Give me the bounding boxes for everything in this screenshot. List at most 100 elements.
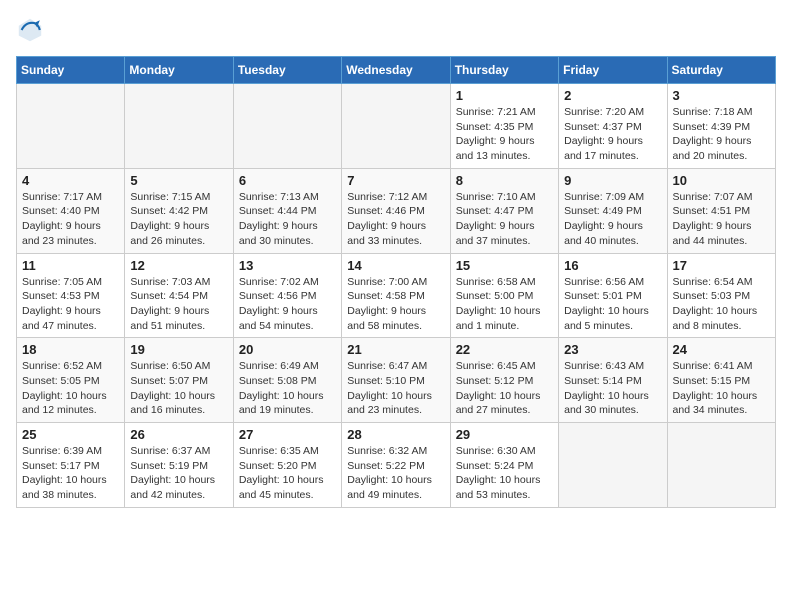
day-info: Sunrise: 7:21 AM Sunset: 4:35 PM Dayligh…	[456, 105, 553, 164]
calendar-cell: 17 Sunrise: 6:54 AM Sunset: 5:03 PM Dayli…	[667, 253, 775, 338]
day-number: 9	[564, 173, 661, 188]
day-number: 22	[456, 342, 553, 357]
weekday-header-thursday: Thursday	[450, 57, 558, 84]
calendar-cell: 11Sunrise: 7:05 AM Sunset: 4:53 PM Dayli…	[17, 253, 125, 338]
day-info: Sunrise: 7:00 AM Sunset: 4:58 PM Dayligh…	[347, 275, 444, 334]
day-number: 24	[673, 342, 770, 357]
day-info: Sunrise: 7:17 AM Sunset: 4:40 PM Dayligh…	[22, 190, 119, 249]
day-info: Sunrise: 7:09 AM Sunset: 4:49 PM Dayligh…	[564, 190, 661, 249]
day-number: 17	[673, 258, 770, 273]
day-info: Sunrise: 6:58 AM Sunset: 5:00 PM Dayligh…	[456, 275, 553, 334]
day-number: 21	[347, 342, 444, 357]
calendar-cell	[17, 84, 125, 169]
calendar-cell: 3 Sunrise: 7:18 AM Sunset: 4:39 PM Daylig…	[667, 84, 775, 169]
day-info: Sunrise: 6:35 AM Sunset: 5:20 PM Dayligh…	[239, 444, 336, 503]
day-info: Sunrise: 6:56 AM Sunset: 5:01 PM Dayligh…	[564, 275, 661, 334]
calendar-cell: 15 Sunrise: 6:58 AM Sunset: 5:00 PM Dayli…	[450, 253, 558, 338]
day-number: 8	[456, 173, 553, 188]
weekday-header-sunday: Sunday	[17, 57, 125, 84]
calendar-cell: 22 Sunrise: 6:45 AM Sunset: 5:12 PM Dayli…	[450, 338, 558, 423]
calendar-cell: 5 Sunrise: 7:15 AM Sunset: 4:42 PM Daylig…	[125, 168, 233, 253]
day-info: Sunrise: 6:39 AM Sunset: 5:17 PM Dayligh…	[22, 444, 119, 503]
calendar-header: SundayMondayTuesdayWednesdayThursdayFrid…	[17, 57, 776, 84]
day-number: 26	[130, 427, 227, 442]
day-number: 15	[456, 258, 553, 273]
day-info: Sunrise: 7:10 AM Sunset: 4:47 PM Dayligh…	[456, 190, 553, 249]
day-number: 5	[130, 173, 227, 188]
day-info: Sunrise: 6:49 AM Sunset: 5:08 PM Dayligh…	[239, 359, 336, 418]
day-info: Sunrise: 7:18 AM Sunset: 4:39 PM Dayligh…	[673, 105, 770, 164]
calendar-cell: 14 Sunrise: 7:00 AM Sunset: 4:58 PM Dayli…	[342, 253, 450, 338]
day-info: Sunrise: 7:13 AM Sunset: 4:44 PM Dayligh…	[239, 190, 336, 249]
calendar-cell: 12Sunrise: 7:03 AM Sunset: 4:54 PM Dayli…	[125, 253, 233, 338]
calendar-week-4: 18 Sunrise: 6:52 AM Sunset: 5:05 PM Dayli…	[17, 338, 776, 423]
weekday-header-friday: Friday	[559, 57, 667, 84]
day-info: Sunrise: 6:37 AM Sunset: 5:19 PM Dayligh…	[130, 444, 227, 503]
calendar-cell: 8 Sunrise: 7:10 AM Sunset: 4:47 PM Daylig…	[450, 168, 558, 253]
calendar-body: 1 Sunrise: 7:21 AM Sunset: 4:35 PM Daylig…	[17, 84, 776, 508]
calendar-cell: 20 Sunrise: 6:49 AM Sunset: 5:08 PM Dayli…	[233, 338, 341, 423]
day-info: Sunrise: 6:50 AM Sunset: 5:07 PM Dayligh…	[130, 359, 227, 418]
weekday-header-wednesday: Wednesday	[342, 57, 450, 84]
calendar-cell: 7 Sunrise: 7:12 AM Sunset: 4:46 PM Daylig…	[342, 168, 450, 253]
calendar-week-1: 1 Sunrise: 7:21 AM Sunset: 4:35 PM Daylig…	[17, 84, 776, 169]
calendar-cell	[667, 423, 775, 508]
day-info: Sunrise: 6:43 AM Sunset: 5:14 PM Dayligh…	[564, 359, 661, 418]
day-number: 25	[22, 427, 119, 442]
day-number: 4	[22, 173, 119, 188]
day-number: 29	[456, 427, 553, 442]
day-number: 1	[456, 88, 553, 103]
day-number: 7	[347, 173, 444, 188]
page-header	[16, 16, 776, 44]
weekday-header-monday: Monday	[125, 57, 233, 84]
day-number: 2	[564, 88, 661, 103]
calendar-cell	[233, 84, 341, 169]
calendar-week-5: 25 Sunrise: 6:39 AM Sunset: 5:17 PM Dayli…	[17, 423, 776, 508]
day-info: Sunrise: 6:54 AM Sunset: 5:03 PM Dayligh…	[673, 275, 770, 334]
calendar-cell: 28 Sunrise: 6:32 AM Sunset: 5:22 PM Dayli…	[342, 423, 450, 508]
day-number: 18	[22, 342, 119, 357]
day-number: 20	[239, 342, 336, 357]
logo-icon	[16, 16, 44, 44]
calendar-cell: 10Sunrise: 7:07 AM Sunset: 4:51 PM Dayli…	[667, 168, 775, 253]
day-info: Sunrise: 7:12 AM Sunset: 4:46 PM Dayligh…	[347, 190, 444, 249]
calendar-cell: 1 Sunrise: 7:21 AM Sunset: 4:35 PM Daylig…	[450, 84, 558, 169]
calendar-table: SundayMondayTuesdayWednesdayThursdayFrid…	[16, 56, 776, 508]
day-number: 23	[564, 342, 661, 357]
calendar-cell: 29 Sunrise: 6:30 AM Sunset: 5:24 PM Dayli…	[450, 423, 558, 508]
day-info: Sunrise: 7:02 AM Sunset: 4:56 PM Dayligh…	[239, 275, 336, 334]
day-info: Sunrise: 6:52 AM Sunset: 5:05 PM Dayligh…	[22, 359, 119, 418]
calendar-cell	[342, 84, 450, 169]
logo	[16, 16, 48, 44]
calendar-cell: 18 Sunrise: 6:52 AM Sunset: 5:05 PM Dayli…	[17, 338, 125, 423]
weekday-header-tuesday: Tuesday	[233, 57, 341, 84]
calendar-cell: 23 Sunrise: 6:43 AM Sunset: 5:14 PM Dayli…	[559, 338, 667, 423]
day-number: 13	[239, 258, 336, 273]
calendar-cell: 21 Sunrise: 6:47 AM Sunset: 5:10 PM Dayli…	[342, 338, 450, 423]
calendar-cell: 27Sunrise: 6:35 AM Sunset: 5:20 PM Dayli…	[233, 423, 341, 508]
day-info: Sunrise: 6:41 AM Sunset: 5:15 PM Dayligh…	[673, 359, 770, 418]
calendar-cell: 25 Sunrise: 6:39 AM Sunset: 5:17 PM Dayli…	[17, 423, 125, 508]
calendar-cell	[125, 84, 233, 169]
day-number: 3	[673, 88, 770, 103]
day-info: Sunrise: 7:03 AM Sunset: 4:54 PM Dayligh…	[130, 275, 227, 334]
day-number: 14	[347, 258, 444, 273]
day-info: Sunrise: 6:32 AM Sunset: 5:22 PM Dayligh…	[347, 444, 444, 503]
calendar-cell: 26 Sunrise: 6:37 AM Sunset: 5:19 PM Dayli…	[125, 423, 233, 508]
day-info: Sunrise: 7:15 AM Sunset: 4:42 PM Dayligh…	[130, 190, 227, 249]
calendar-cell: 13 Sunrise: 7:02 AM Sunset: 4:56 PM Dayli…	[233, 253, 341, 338]
weekday-header-row: SundayMondayTuesdayWednesdayThursdayFrid…	[17, 57, 776, 84]
calendar-cell: 19Sunrise: 6:50 AM Sunset: 5:07 PM Dayli…	[125, 338, 233, 423]
calendar-cell: 4 Sunrise: 7:17 AM Sunset: 4:40 PM Daylig…	[17, 168, 125, 253]
calendar-cell: 16 Sunrise: 6:56 AM Sunset: 5:01 PM Dayli…	[559, 253, 667, 338]
calendar-cell: 24 Sunrise: 6:41 AM Sunset: 5:15 PM Dayli…	[667, 338, 775, 423]
day-info: Sunrise: 7:07 AM Sunset: 4:51 PM Dayligh…	[673, 190, 770, 249]
day-info: Sunrise: 6:30 AM Sunset: 5:24 PM Dayligh…	[456, 444, 553, 503]
day-number: 28	[347, 427, 444, 442]
day-info: Sunrise: 6:47 AM Sunset: 5:10 PM Dayligh…	[347, 359, 444, 418]
day-number: 16	[564, 258, 661, 273]
day-number: 11	[22, 258, 119, 273]
calendar-week-3: 11Sunrise: 7:05 AM Sunset: 4:53 PM Dayli…	[17, 253, 776, 338]
calendar-week-2: 4 Sunrise: 7:17 AM Sunset: 4:40 PM Daylig…	[17, 168, 776, 253]
day-info: Sunrise: 6:45 AM Sunset: 5:12 PM Dayligh…	[456, 359, 553, 418]
